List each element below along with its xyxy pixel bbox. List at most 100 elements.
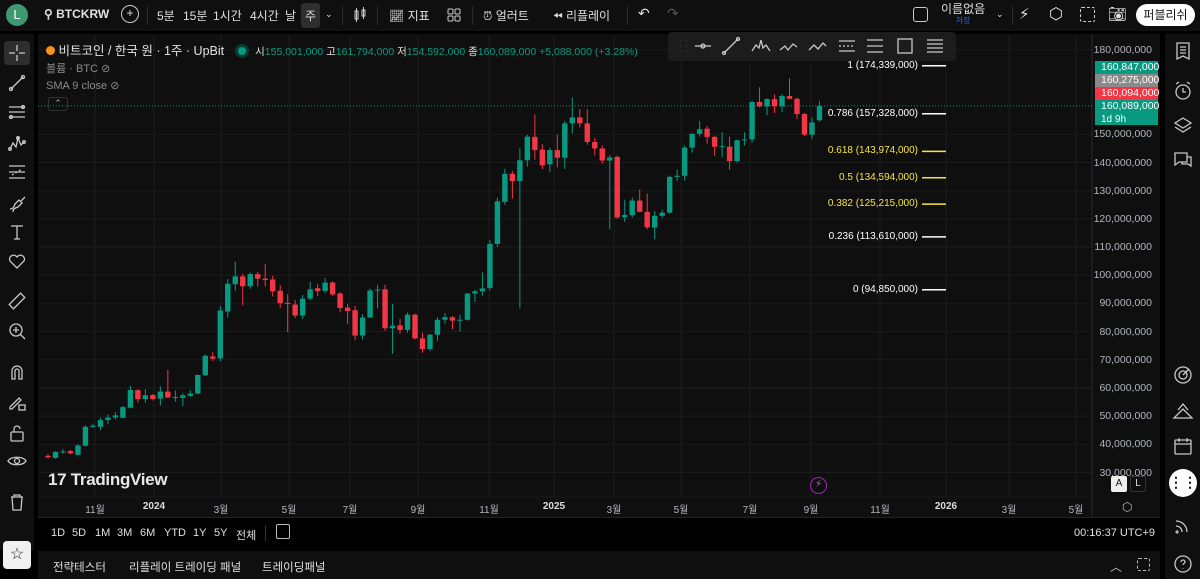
fib-level-label: 0.382 (125,215,000) (827, 198, 918, 210)
collapse-legend-button[interactable]: ⌃ (48, 97, 68, 111)
time-axis-label: 9월 (410, 505, 426, 516)
parallel-channel-icon[interactable] (836, 35, 858, 57)
eye-off-icon[interactable]: ⊘ (101, 63, 110, 75)
range-button-3m[interactable]: 3M (117, 527, 132, 539)
chat-icon[interactable] (1172, 149, 1194, 171)
axis-settings-icon[interactable]: ⬡ (1122, 500, 1132, 514)
maximize-panel-icon[interactable] (1137, 558, 1150, 571)
open-value: 155,001,000 (264, 46, 324, 58)
candle-up (442, 317, 448, 320)
candle-up (629, 200, 635, 216)
horizontal-ray-icon[interactable] (692, 35, 714, 57)
fib-level-label: 0 (94,850,000) (852, 283, 918, 295)
lightning-event-icon[interactable]: ⚡︎ (810, 477, 827, 494)
candle-up (374, 289, 381, 291)
log-scale-button[interactable]: L (1130, 476, 1146, 492)
candle-down (292, 304, 298, 316)
candle-down (711, 136, 718, 147)
range-button-1y[interactable]: 1Y (193, 527, 206, 539)
bar-countdown: 1d 9h (1095, 113, 1158, 125)
candle-up (299, 298, 306, 316)
candle-down (277, 290, 283, 304)
candle-up (547, 150, 553, 165)
alarm-clock-icon[interactable] (1172, 80, 1194, 102)
layers-icon[interactable] (1172, 114, 1194, 136)
time-axis-label: 11월 (479, 505, 499, 516)
watchlist-icon[interactable] (1172, 40, 1194, 62)
price-axis-label: 90,000,000 (1099, 297, 1152, 310)
time-axis-label: 11월 (85, 505, 105, 516)
fib-level-label: 0.618 (143,974,000) (827, 145, 918, 157)
rectangle-icon[interactable] (894, 35, 916, 57)
auto-scale-button[interactable]: A (1111, 476, 1127, 492)
time-axis-label: 5월 (1068, 505, 1084, 516)
clock[interactable]: 00:16:37 UTC+9 (1074, 527, 1155, 539)
candle-up (681, 147, 688, 176)
calendar-icon[interactable] (1172, 435, 1194, 457)
candle-down (135, 390, 141, 400)
volume-legend[interactable]: 볼륨 · BTC ⊘ (46, 60, 110, 76)
candle-down (382, 289, 388, 329)
regression-channel-icon[interactable] (864, 35, 886, 57)
range-button-전체[interactable]: 전체 (236, 527, 256, 543)
candle-down (412, 314, 418, 339)
candle-down (329, 282, 336, 295)
range-button-1m[interactable]: 1M (95, 527, 110, 539)
go-to-date-calendar-icon[interactable] (276, 524, 290, 539)
broadcast-icon[interactable] (1172, 514, 1194, 536)
open-label: 시 (255, 46, 265, 58)
fib-level-label: 1 (174,339,000) (847, 59, 918, 71)
range-button-1d[interactable]: 1D (51, 527, 65, 539)
tab-strategy-tester[interactable]: 전략테스터 (53, 559, 106, 575)
fib-levels-icon[interactable] (924, 35, 946, 57)
candle-up (97, 420, 104, 427)
candle-up (651, 215, 658, 228)
elliott-wave-12345-icon[interactable] (778, 35, 800, 57)
high-value: 161,794,000 (335, 46, 395, 58)
low-value: 154,592,000 (406, 46, 466, 58)
range-button-5d[interactable]: 5D (72, 527, 86, 539)
candle-up (180, 395, 186, 398)
candle-down (262, 278, 268, 281)
candle-down (599, 148, 605, 161)
candle-down (150, 395, 156, 399)
candle-up (127, 389, 134, 408)
price-axis-label: 180,000,000 (1093, 43, 1152, 56)
candle-down (509, 173, 516, 182)
range-button-ytd[interactable]: YTD (164, 527, 186, 539)
candle-down (539, 149, 546, 166)
sma-legend[interactable]: SMA 9 close ⊘ (46, 79, 119, 92)
help-icon[interactable] (1172, 553, 1194, 575)
ideas-mountain-icon[interactable] (1172, 400, 1194, 422)
candle-up (52, 451, 59, 458)
time-axis-label: 3월 (213, 505, 229, 516)
candle-up (749, 101, 755, 140)
tab-replay-trading-panel[interactable]: 리플레이 트레이딩 패널 (129, 559, 241, 575)
range-button-6m[interactable]: 6M (140, 527, 155, 539)
target-icon[interactable] (1172, 364, 1194, 386)
candle-up (479, 288, 486, 292)
candle-up (741, 139, 748, 141)
price-badge: 160,847,000 (1095, 61, 1159, 74)
favorites-star-button[interactable]: ☆ (3, 541, 31, 569)
eye-off-icon[interactable]: ⊘ (110, 80, 119, 92)
tab-trading-panel[interactable]: 트레이딩패널 (262, 559, 325, 575)
candle-down (786, 96, 793, 99)
candle-down (637, 200, 643, 212)
time-axis-label: 3월 (606, 505, 622, 516)
head-shoulders-icon[interactable] (750, 35, 772, 57)
range-button-5y[interactable]: 5Y (214, 527, 227, 539)
time-axis-label: 5월 (673, 505, 689, 516)
candle-up (734, 140, 740, 162)
more-apps-grid-icon[interactable]: ⋮⋮ (1169, 469, 1197, 497)
candle-up (607, 157, 613, 161)
price-axis-label: 110,000,000 (1094, 241, 1152, 254)
candle-up (217, 310, 223, 359)
candle-down (726, 146, 733, 162)
drag-handle-icon[interactable] (672, 35, 694, 57)
trend-line-icon[interactable] (720, 35, 742, 57)
elliott-wave-abc-icon[interactable] (807, 35, 829, 57)
chevron-up-icon[interactable]: ︿ (1110, 558, 1122, 575)
symbol-legend: 비트코인 / 한국 원 · 1주 · UpBit 시155,001,000 고1… (46, 40, 638, 59)
divider (265, 525, 266, 541)
